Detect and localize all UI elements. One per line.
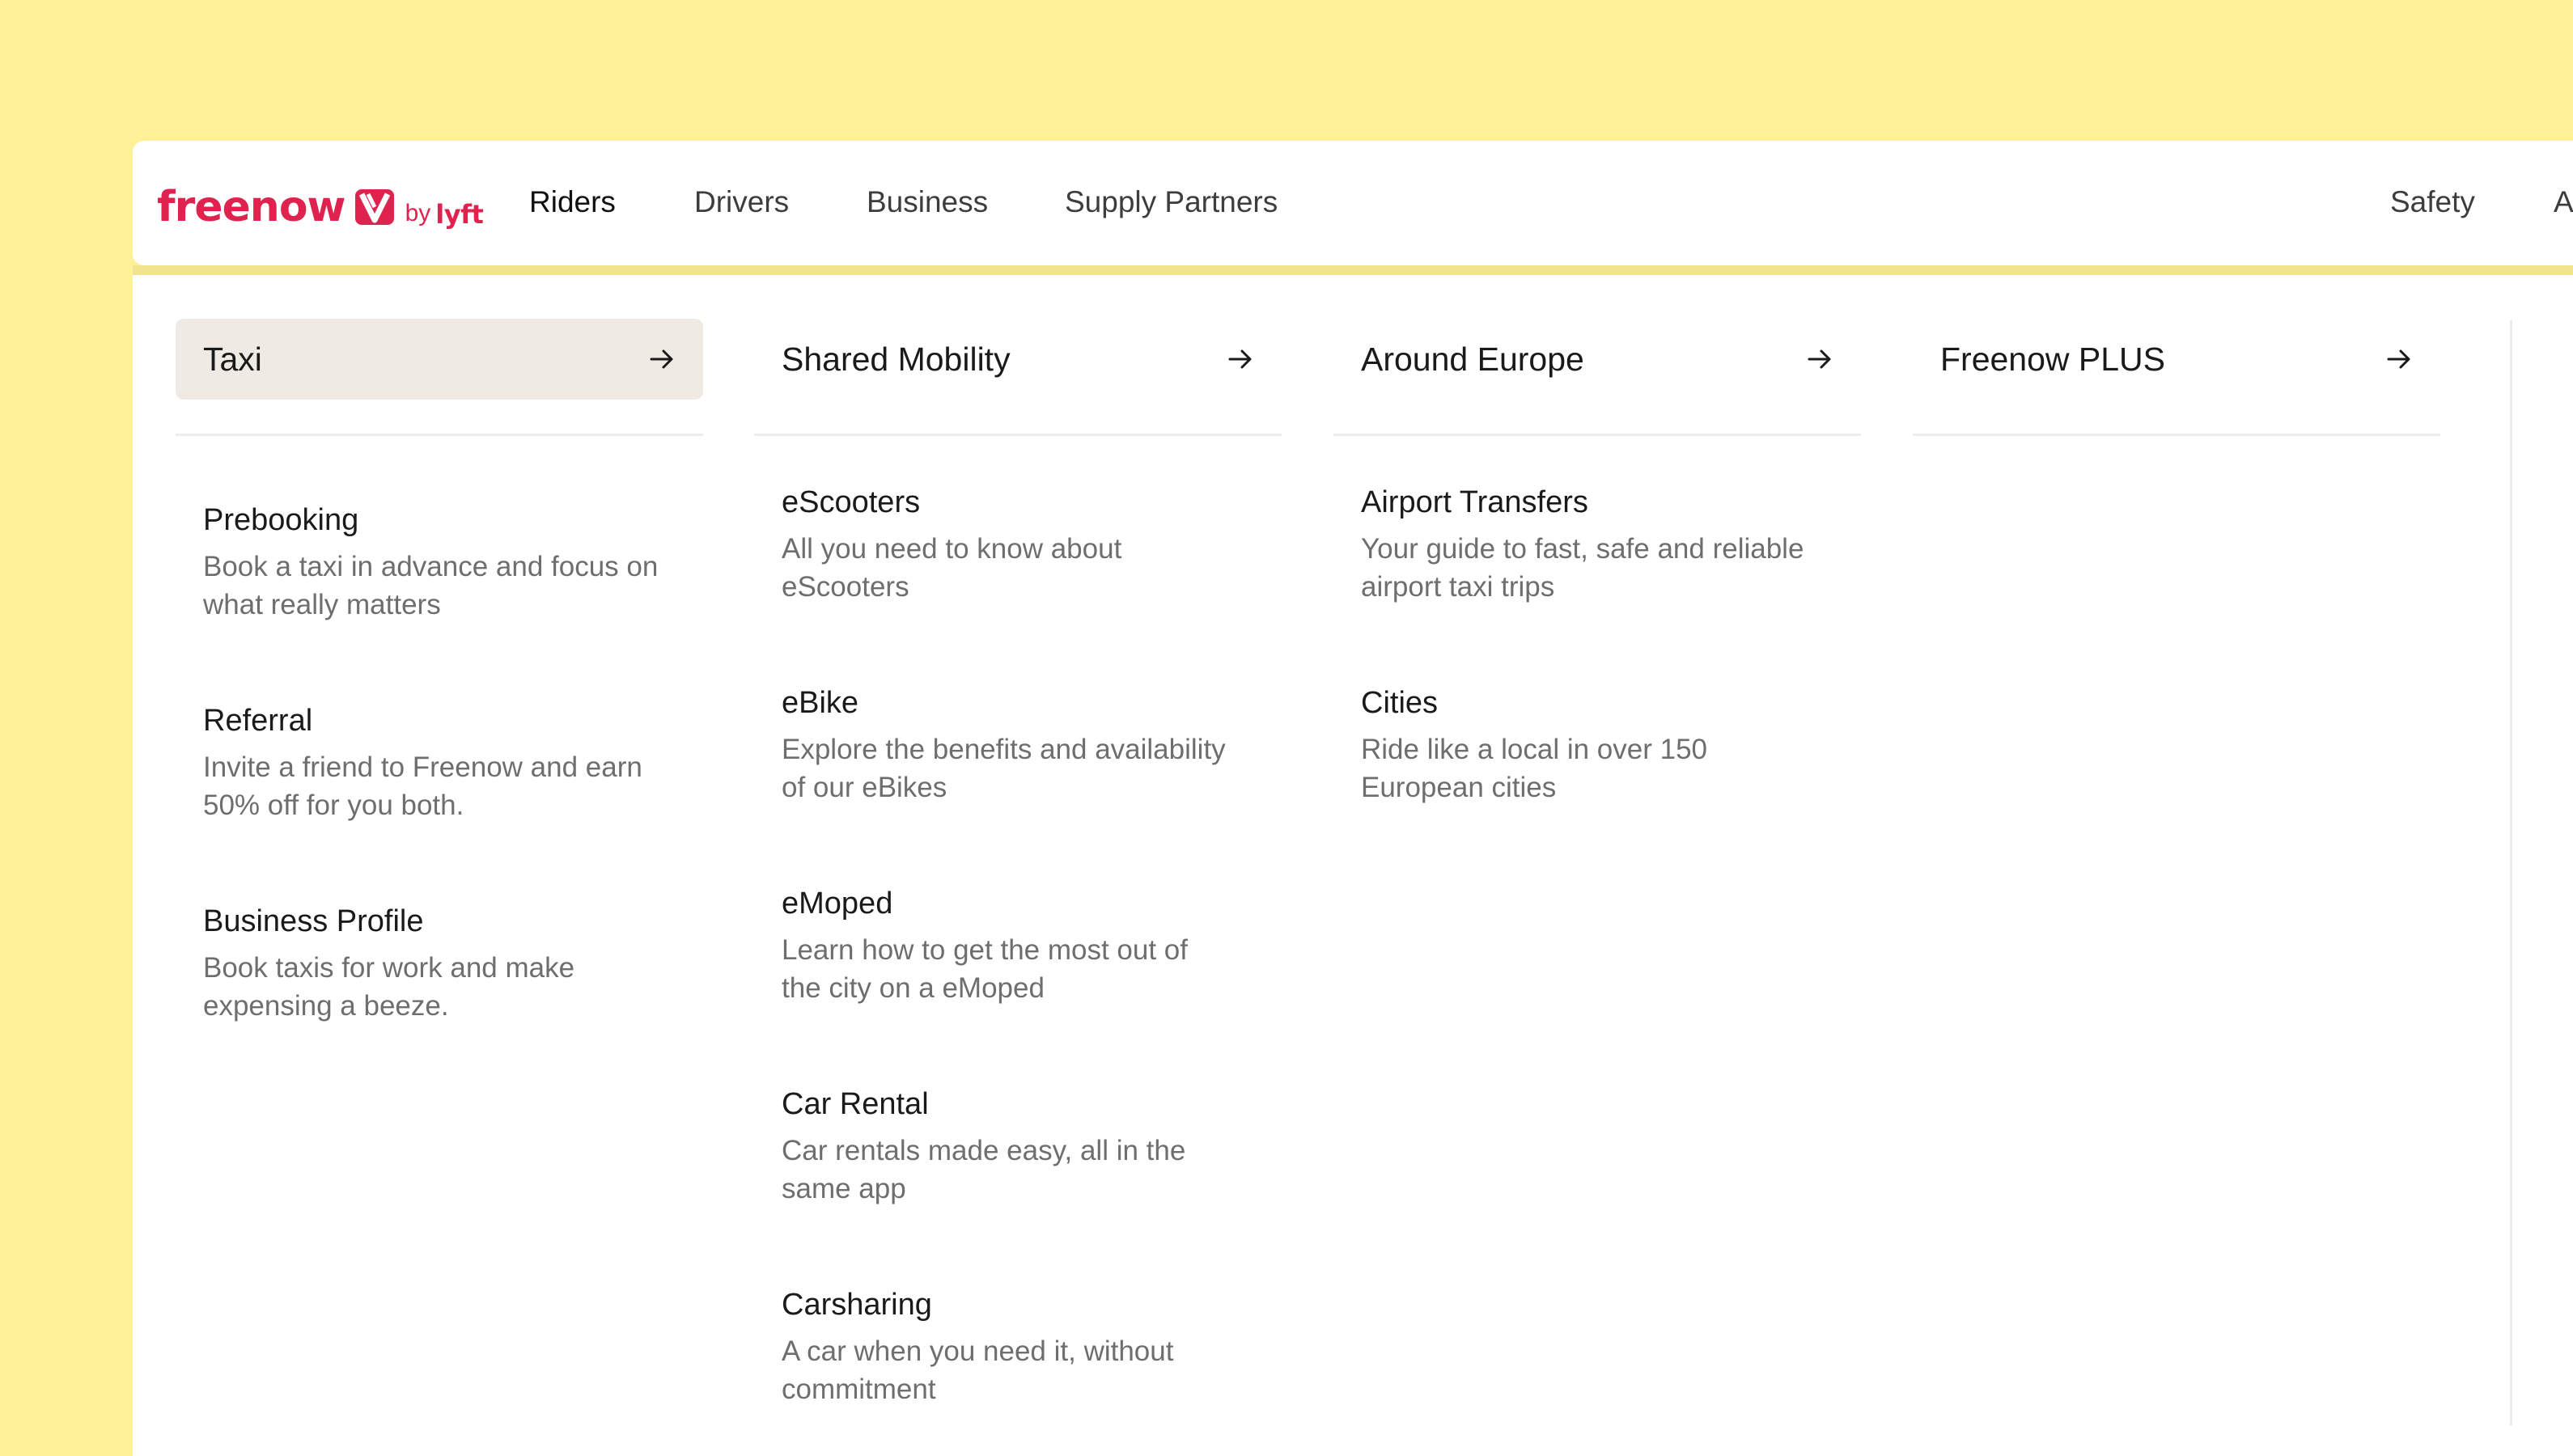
arrow-right-icon <box>1808 349 1831 369</box>
menu-item-airport-transfers[interactable]: Airport Transfers Your guide to fast, sa… <box>1333 483 1861 606</box>
arrow-right-icon <box>1228 349 1252 369</box>
menu-item-title: eMoped <box>782 887 893 921</box>
menu-item-car-rental[interactable]: Car Rental Car rentals made easy, all in… <box>754 1085 1282 1208</box>
menu-item-business-profile[interactable]: Business Profile Book taxis for work and… <box>176 902 703 1025</box>
menu-header-shared-mobility[interactable]: Shared Mobility <box>754 319 1282 400</box>
top-navbar: freenow by lyft Riders Drivers Business … <box>133 141 2573 265</box>
column-divider <box>176 434 703 436</box>
nav-supply-partners[interactable]: Supply Partners <box>1065 183 1278 222</box>
menu-item-title: Carsharing <box>782 1288 932 1322</box>
menu-column-shared-mobility: Shared Mobility eScooters All you need t… <box>754 319 1282 1408</box>
menu-column-taxi: Taxi Prebooking Book a taxi in advance a… <box>176 319 703 1025</box>
menu-item-description: Book taxis for work and make expensing a… <box>203 952 575 1022</box>
menu-item-title: Airport Transfers <box>1361 485 1588 519</box>
menu-header-label: Shared Mobility <box>782 341 1011 378</box>
menu-header-label: Around Europe <box>1361 341 1584 378</box>
menu-item-description: All you need to know about eScooters <box>782 533 1122 603</box>
menu-item-title: eScooters <box>782 485 921 519</box>
nav-safety[interactable]: Safety <box>2390 183 2475 222</box>
column-divider <box>754 434 1282 436</box>
nav-riders[interactable]: Riders <box>529 183 616 222</box>
menu-item-title: eBike <box>782 686 859 720</box>
menu-column-around-europe: Around Europe Airport Transfers Your gui… <box>1333 319 1861 806</box>
logo-by-text: by <box>405 200 431 226</box>
menu-item-emoped[interactable]: eMoped Learn how to get the most out of … <box>754 884 1282 1007</box>
menu-item-title: Referral <box>203 704 313 738</box>
menu-item-cities[interactable]: Cities Ride like a local in over 150 Eur… <box>1333 684 1861 806</box>
menu-item-description: Book a taxi in advance and focus on what… <box>203 551 659 620</box>
nav-item-truncated[interactable]: A <box>2554 183 2573 222</box>
column-divider <box>1333 434 1861 436</box>
logo-wordmark: freenow <box>157 183 346 231</box>
menu-header-freenow-plus[interactable]: Freenow PLUS <box>1913 319 2440 400</box>
menu-header-label: Taxi <box>203 341 262 378</box>
menu-item-prebooking[interactable]: Prebooking Book a taxi in advance and fo… <box>176 501 703 624</box>
arrow-right-icon <box>2387 349 2410 369</box>
nav-drivers[interactable]: Drivers <box>694 183 789 222</box>
menu-item-description: A car when you need it, without commitme… <box>782 1335 1174 1405</box>
riders-dropdown-panel: Taxi Prebooking Book a taxi in advance a… <box>133 275 2573 1456</box>
menu-item-description: Explore the benefits and availability of… <box>782 734 1226 803</box>
menu-header-around-europe[interactable]: Around Europe <box>1333 319 1861 400</box>
menu-item-title: Prebooking <box>203 503 359 537</box>
menu-item-carsharing[interactable]: Carsharing A car when you need it, witho… <box>754 1285 1282 1408</box>
navbar-divider <box>133 265 2573 275</box>
column-divider <box>1913 434 2440 436</box>
menu-item-description: Ride like a local in over 150 European c… <box>1361 734 1708 803</box>
page: freenow by lyft Riders Drivers Business … <box>0 0 2573 1456</box>
panel-vertical-divider <box>2510 320 2512 1425</box>
arrow-right-icon <box>650 349 673 369</box>
menu-item-title: Cities <box>1361 686 1439 720</box>
menu-item-title: Car Rental <box>782 1087 929 1121</box>
menu-item-title: Business Profile <box>203 904 424 938</box>
menu-item-ebike[interactable]: eBike Explore the benefits and availabil… <box>754 684 1282 806</box>
freenow-mark-icon <box>354 189 394 225</box>
lyft-logo: lyft <box>435 199 484 230</box>
menu-item-description: Car rentals made easy, all in the same a… <box>782 1135 1186 1204</box>
menu-item-description: Learn how to get the most out of the cit… <box>782 934 1188 1004</box>
menu-item-referral[interactable]: Referral Invite a friend to Freenow and … <box>176 701 703 824</box>
nav-business[interactable]: Business <box>867 183 988 222</box>
menu-header-taxi[interactable]: Taxi <box>176 319 703 400</box>
menu-item-description: Your guide to fast, safe and reliable ai… <box>1361 533 1804 603</box>
menu-item-description: Invite a friend to Freenow and earn 50% … <box>203 751 642 821</box>
menu-column-freenow-plus: Freenow PLUS <box>1913 319 2440 436</box>
menu-header-label: Freenow PLUS <box>1940 341 2166 378</box>
menu-item-escooters[interactable]: eScooters All you need to know about eSc… <box>754 483 1282 606</box>
freenow-logo[interactable]: freenow by lyft <box>157 181 484 231</box>
